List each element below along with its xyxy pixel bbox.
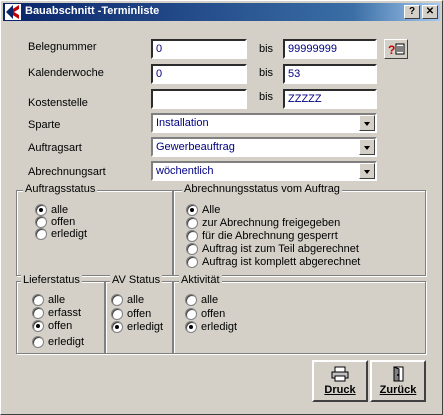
kostenstelle-to-input[interactable]: ZZZZZ [283,89,377,109]
belegnummer-to-input[interactable]: 99999999 [283,39,377,59]
radio-dot[interactable] [35,228,47,240]
radio-dot[interactable] [32,336,44,348]
door-exit-icon [393,366,404,382]
radio-label: erledigt [201,321,238,333]
radio-dot[interactable] [186,204,198,216]
zurueck-button[interactable]: Zurück [370,360,426,402]
chevron-down-icon[interactable] [359,115,375,131]
sparte-value: Installation [156,117,209,129]
svg-text:?: ? [388,43,395,57]
printer-icon [331,366,349,382]
avstatus-radio-erledigt[interactable]: erledigt [111,321,163,334]
abrechnungsstatus-radio-alle[interactable]: Alle [186,204,220,217]
belegnummer-label: Belegnummer [28,41,97,53]
kalenderwoche-label: Kalenderwoche [28,67,104,79]
radio-dot[interactable] [32,294,44,306]
lieferstatus-radio-offen[interactable]: offen [32,320,72,333]
aktivitaet-title: Aktivität [179,274,222,286]
bis-label: bis [259,67,274,79]
radio-dot[interactable] [32,320,44,332]
radio-label: Alle [202,204,221,216]
radio-label: alle [127,294,145,306]
kalenderwoche-to-input[interactable]: 53 [283,64,377,84]
radio-label: offen [127,308,152,320]
abrechnungsstatus-title: Abrechnungsstatus vom Auftrag [182,183,342,195]
kalenderwoche-from-input[interactable]: 0 [151,64,247,84]
radio-label: erfasst [48,307,82,319]
radio-label: zur Abrechnung freigegeben [202,217,341,229]
radio-dot[interactable] [186,256,198,268]
kostenstelle-label: Kostenstelle [28,97,88,109]
chevron-down-icon[interactable] [359,139,375,155]
radio-dot[interactable] [35,216,47,228]
bis-label: bis [259,91,274,103]
lieferstatus-radio-alle[interactable]: alle [32,294,65,307]
sparte-label: Sparte [28,119,61,131]
avstatus-radio-offen[interactable]: offen [111,308,151,321]
radio-label: alle [48,294,66,306]
radio-dot[interactable] [186,243,198,255]
radio-dot[interactable] [32,307,44,319]
help-button[interactable]: ? [404,5,420,19]
radio-label: offen [51,216,76,228]
abrechnungsart-value: wöchentlich [156,165,214,177]
radio-dot[interactable] [185,321,197,333]
abrechnungsart-select[interactable]: wöchentlich [151,161,377,181]
radio-dot[interactable] [111,308,123,320]
chevron-down-icon[interactable] [359,163,375,179]
radio-dot[interactable] [185,308,197,320]
avstatus-radio-alle[interactable]: alle [111,294,144,307]
radio-dot[interactable] [186,230,198,242]
abrechnungsstatus-radio-gesperrt[interactable]: für die Abrechnung gesperrt [186,230,338,243]
kostenstelle-from-input[interactable] [151,89,247,109]
auftragsstatus-title: Auftragsstatus [23,183,98,195]
auftragsart-label: Auftragsart [28,142,82,154]
dialog-window: Bauabschnitt -Terminliste ? ✕ Belegnumme… [0,0,443,415]
abrechnungsstatus-radio-komplett[interactable]: Auftrag ist komplett abgerechnet [186,256,360,269]
aktivitaet-radio-offen[interactable]: offen [185,308,225,321]
radio-label: für die Abrechnung gesperrt [202,230,338,242]
sparte-select[interactable]: Installation [151,113,377,133]
app-logo-icon [5,4,21,20]
bis-label: bis [259,43,274,55]
auftragsstatus-radio-erledigt[interactable]: erledigt [35,228,87,241]
radio-label: Auftrag ist zum Teil abgerechnet [202,243,359,255]
abrechnungsstatus-radio-freigegeben[interactable]: zur Abrechnung freigegeben [186,217,340,230]
radio-label: erledigt [127,321,164,333]
title-bar: Bauabschnitt -Terminliste ? ✕ [3,3,440,21]
zurueck-label: Zurück [379,384,417,396]
aktivitaet-radio-alle[interactable]: alle [185,294,218,307]
avstatus-title: AV Status [110,274,163,286]
radio-label: alle [201,294,219,306]
druck-label: Druck [324,384,356,396]
lieferstatus-title: Lieferstatus [21,274,82,286]
lieferstatus-radio-erledigt[interactable]: erledigt [32,336,84,349]
radio-dot[interactable] [111,294,123,306]
auftragsart-value: Gewerbeauftrag [156,141,235,153]
close-button[interactable]: ✕ [422,5,438,19]
radio-label: alle [51,204,69,216]
window-title: Bauabschnitt -Terminliste [25,5,160,17]
aktivitaet-radio-erledigt[interactable]: erledigt [185,321,237,334]
radio-label: Auftrag ist komplett abgerechnet [202,256,361,268]
radio-dot[interactable] [185,294,197,306]
radio-label: offen [201,308,226,320]
radio-label: erledigt [48,336,85,348]
abrechnungsstatus-radio-teil[interactable]: Auftrag ist zum Teil abgerechnet [186,243,359,256]
radio-label: offen [48,320,73,332]
belegnummer-from-input[interactable]: 0 [151,39,247,59]
druck-button[interactable]: Druck [312,360,368,402]
lookup-button[interactable]: ? [384,39,408,59]
list-lookup-icon: ? [388,43,405,57]
radio-label: erledigt [51,228,88,240]
abrechnungsart-label: Abrechnungsart [28,166,106,178]
radio-dot[interactable] [35,204,47,216]
auftragsart-select[interactable]: Gewerbeauftrag [151,137,377,157]
radio-dot[interactable] [111,321,123,333]
lieferstatus-radio-erfasst[interactable]: erfasst [32,307,81,320]
radio-dot[interactable] [186,217,198,229]
